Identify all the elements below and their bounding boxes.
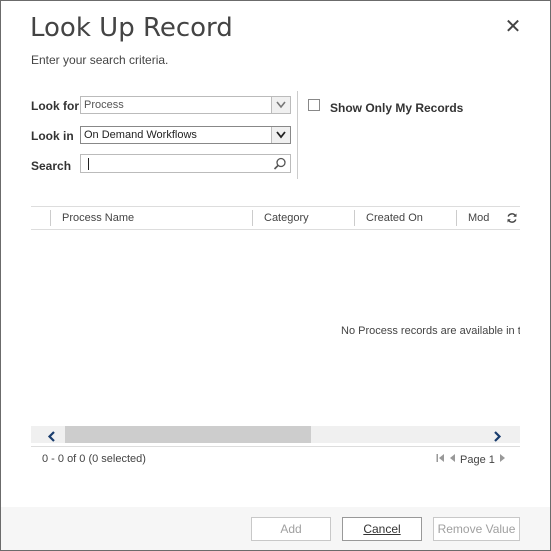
pager: Page 1 [436,453,506,466]
horizontal-scrollbar[interactable] [31,426,520,443]
grid-footer-divider [31,446,520,447]
show-only-my-records-label: Show Only My Records [330,101,464,115]
show-only-my-records-checkbox[interactable] [308,99,320,111]
search-label: Search [31,159,72,173]
scroll-left-icon[interactable] [47,429,57,447]
text-caret [88,158,89,170]
column-created-on[interactable]: Created On [366,207,423,229]
column-separator [354,210,355,226]
look-for-value: Process [84,99,124,111]
dialog-footer: Add Cancel Remove Value [1,507,550,550]
refresh-icon[interactable] [506,211,518,229]
lookup-dialog: Look Up Record ✕ Enter your search crite… [0,0,551,551]
cancel-button[interactable]: Cancel [342,517,422,541]
record-count-status: 0 - 0 of 0 (0 selected) [42,453,146,465]
next-page-icon[interactable] [499,453,506,466]
search-icon[interactable] [273,157,287,176]
remove-value-button[interactable]: Remove Value [433,517,520,541]
column-modified[interactable]: Mod [468,207,489,229]
look-in-label: Look in [31,129,74,143]
column-category[interactable]: Category [264,207,309,229]
first-page-icon[interactable] [436,453,445,466]
look-for-select[interactable]: Process [80,96,291,114]
column-separator [252,210,253,226]
dropdown-arrow-icon[interactable] [271,97,290,113]
search-input[interactable] [80,154,291,173]
add-button[interactable]: Add [251,517,331,541]
look-in-value: On Demand Workflows [84,129,197,141]
dialog-title: Look Up Record [30,13,233,43]
cancel-button-label: Cancel [363,522,401,536]
form-divider [297,91,298,179]
column-separator [50,210,51,226]
page-label: Page 1 [460,453,495,466]
scrollbar-thumb[interactable] [65,426,311,443]
look-in-select[interactable]: On Demand Workflows [80,126,291,144]
column-process-name[interactable]: Process Name [62,207,134,229]
scroll-right-icon[interactable] [492,429,502,447]
dropdown-arrow-icon[interactable] [271,127,290,143]
empty-grid-message: No Process records are available in th [341,325,520,337]
previous-page-icon[interactable] [449,453,456,466]
column-separator [456,210,457,226]
grid-header: Process Name Category Created On Mod [31,206,520,230]
dialog-subtitle: Enter your search criteria. [31,53,169,67]
look-for-label: Look for [31,99,79,113]
close-icon[interactable]: ✕ [503,17,523,37]
